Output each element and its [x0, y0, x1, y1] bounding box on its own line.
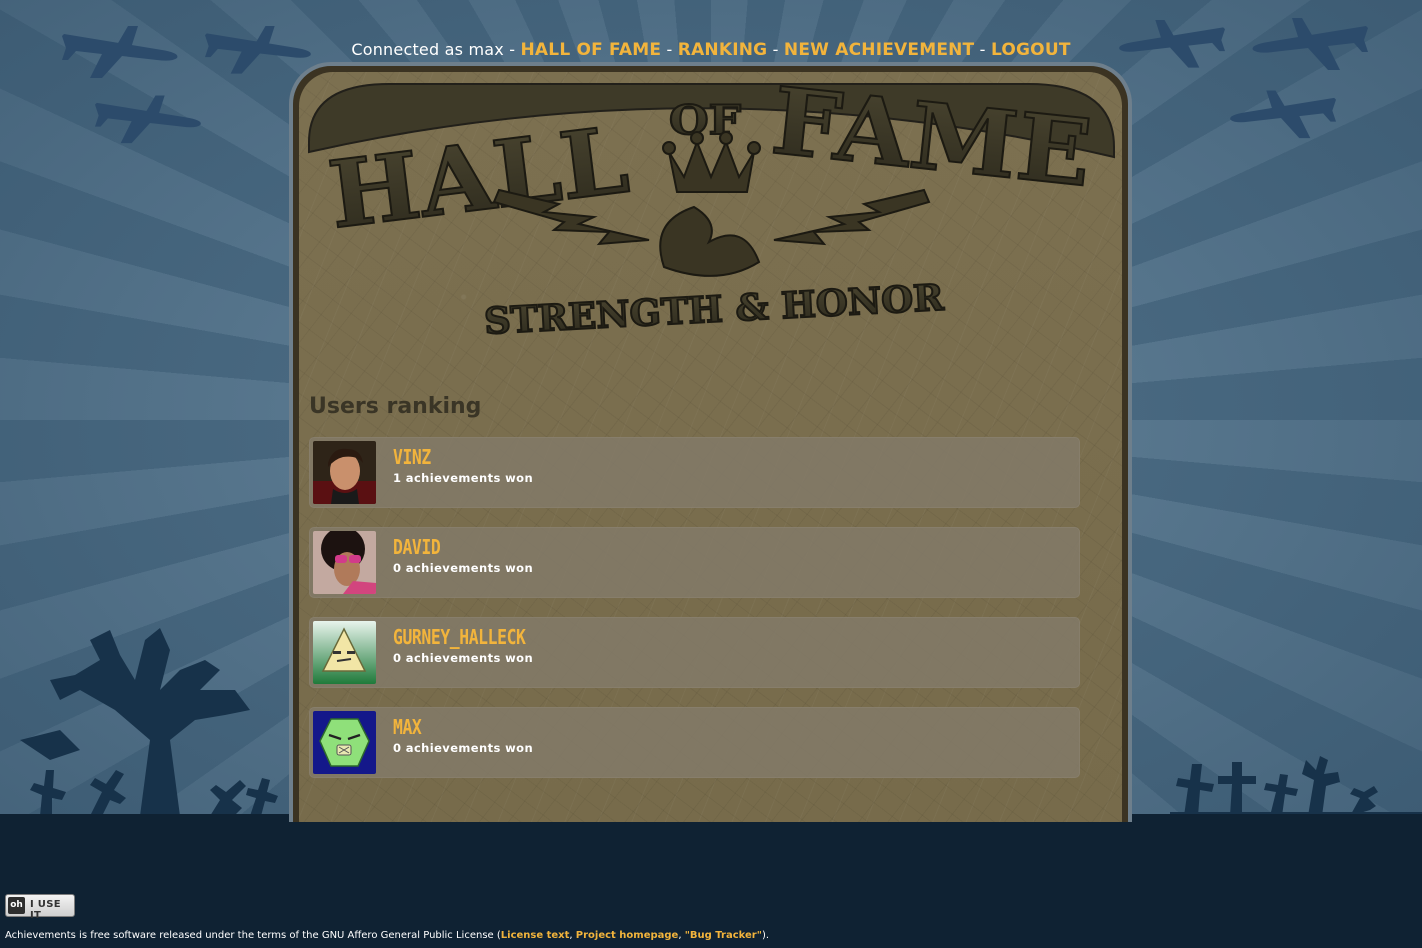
- user-name[interactable]: VINZ: [393, 445, 431, 469]
- avatar[interactable]: [313, 441, 376, 504]
- hall-of-fame-logo: HALL OF FAME STRENGTH & HONOR: [308, 72, 1115, 344]
- footer-link-license-text[interactable]: License text: [501, 930, 570, 941]
- logo-tagline: STRENGTH & HONOR: [483, 277, 946, 343]
- footer-text-end: ).: [761, 930, 770, 941]
- i-use-it-label: I USE IT: [30, 899, 61, 921]
- user-row[interactable]: GURNEY_HALLECK 0 achievements won: [309, 617, 1080, 688]
- footer-link-bug-tracker[interactable]: "Bug Tracker": [685, 930, 762, 941]
- footer-license: Achievements is free software released u…: [5, 930, 769, 941]
- nav-link-hall-of-fame[interactable]: HALL OF FAME: [521, 40, 662, 60]
- nav-separator: -: [772, 40, 779, 59]
- nav-separator: -: [979, 40, 986, 59]
- ground-band: [0, 814, 1422, 948]
- user-row[interactable]: DAVID 0 achievements won: [309, 527, 1080, 598]
- user-row[interactable]: MAX 0 achievements won: [309, 707, 1080, 778]
- nav-link-logout[interactable]: LOGOUT: [991, 40, 1071, 60]
- user-name[interactable]: GURNEY_HALLECK: [393, 625, 526, 649]
- user-row[interactable]: VINZ 1 achievements won: [309, 437, 1080, 508]
- user-name[interactable]: DAVID: [393, 535, 441, 559]
- plane-silhouette-icon: [95, 95, 201, 144]
- section-title: Users ranking: [309, 394, 482, 419]
- connected-prefix: Connected as: [351, 40, 464, 59]
- footer-text: Achievements is free software released u…: [5, 930, 501, 941]
- main-panel: HALL OF FAME STRENGTH & HONOR Users rank…: [299, 72, 1122, 822]
- nav-link-ranking[interactable]: RANKING: [678, 40, 768, 60]
- nav-separator: -: [666, 40, 673, 59]
- i-use-it-badge[interactable]: oh I USE IT: [5, 894, 75, 921]
- user-achievement-count: 0 achievements won: [393, 741, 534, 755]
- footer-link-project-homepage[interactable]: Project homepage: [576, 930, 679, 941]
- graves-silhouette-icon: [1170, 756, 1422, 816]
- dead-tree-silhouette-icon: [20, 628, 278, 816]
- crown-icon: [659, 131, 761, 277]
- user-achievement-count: 1 achievements won: [393, 471, 534, 485]
- user-achievement-count: 0 achievements won: [393, 561, 534, 575]
- connected-username: max: [468, 40, 504, 59]
- user-name[interactable]: MAX: [393, 715, 422, 739]
- avatar[interactable]: [313, 711, 376, 774]
- nav-link-new-achievement[interactable]: NEW ACHIEVEMENT: [784, 40, 974, 60]
- user-achievement-count: 0 achievements won: [393, 651, 534, 665]
- top-navigation: Connected as max - HALL OF FAME - RANKIN…: [0, 40, 1422, 60]
- plane-silhouette-icon: [1230, 90, 1336, 139]
- ohloh-icon: oh: [8, 897, 25, 914]
- avatar[interactable]: [313, 621, 376, 684]
- avatar[interactable]: [313, 531, 376, 594]
- nav-separator: -: [509, 40, 516, 59]
